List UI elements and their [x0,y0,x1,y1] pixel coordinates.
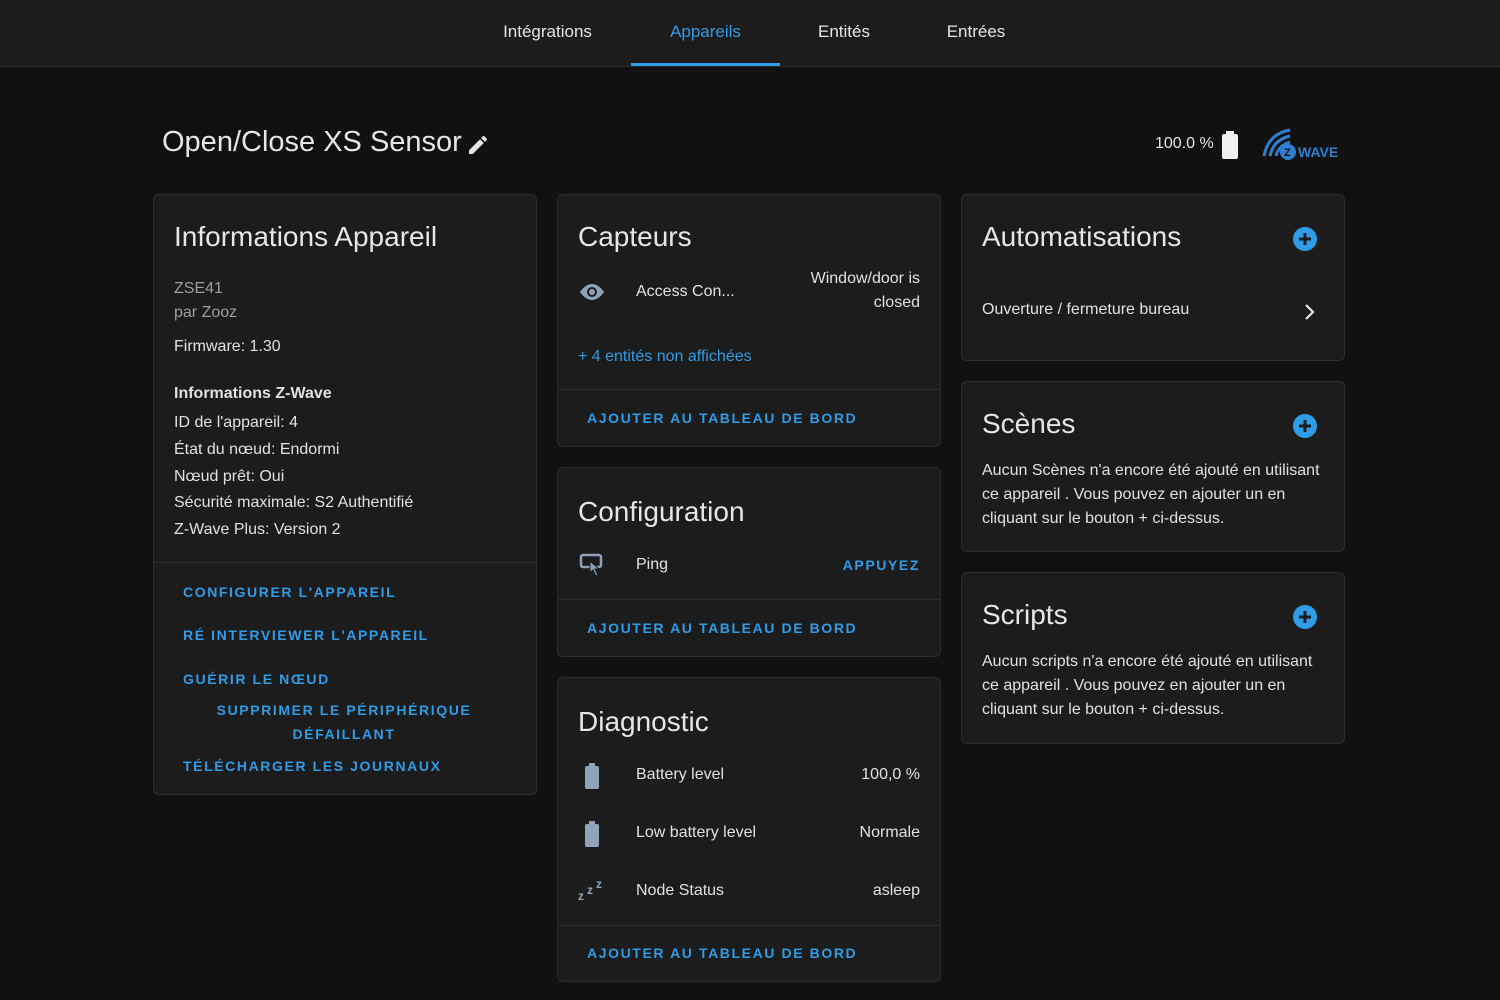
zwave-security: Sécurité maximale: S2 Authentifié [174,494,414,511]
configure-device-button[interactable]: CONFIGURER L'APPAREIL [183,584,396,600]
zwave-node-ready: Nœud prêt: Oui [174,468,285,485]
battery-icon [585,821,599,847]
card-title: Diagnostic [578,706,709,737]
tab-integrations[interactable]: Intégrations [480,0,615,66]
hidden-entities-link[interactable]: + 4 entités non affichées [578,348,752,366]
automation-item[interactable]: Ouverture / fermeture bureau [962,291,1344,331]
card-title: Configuration [578,496,745,527]
zwave-logo-text: WAVE [1298,144,1338,160]
sleep-zzz-icon: z z z [578,878,602,902]
svg-text:z: z [587,883,593,897]
svg-text:z: z [578,889,584,902]
plus-circle-icon[interactable] [1292,413,1318,439]
sensor-state-line2: closed [873,294,920,311]
tab-entities[interactable]: Entités [795,0,893,66]
diagnostic-row-value: 100,0 % [861,766,920,783]
configuration-card: Configuration Ping APPUYEZ AJOUTER AU TA… [557,467,941,657]
divider [558,389,940,390]
scenes-card: Scènes Aucun Scènes n'a encore été ajout… [961,381,1345,552]
device-model: ZSE41 [174,280,223,297]
remove-failed-device-button[interactable]: SUPPRIMER LE PÉRIPHÉRIQUE DÉFAILLANT [194,702,494,742]
scenes-empty-description: Aucun Scènes n'a encore été ajouté en ut… [982,462,1320,527]
eye-icon [580,284,604,300]
card-title: Scripts [982,599,1068,630]
plus-circle-icon[interactable] [1292,604,1318,630]
sensor-entity-name[interactable]: Access Con... [636,283,735,301]
diagnostic-row-name[interactable]: Node Status [636,882,724,900]
download-logs-button[interactable]: TÉLÉCHARGER LES JOURNAUX [183,758,442,774]
zwave-plus-version: Z-Wave Plus: Version 2 [174,521,341,538]
add-to-dashboard-button[interactable]: AJOUTER AU TABLEAU DE BORD [587,945,857,961]
battery-icon [1222,131,1238,159]
add-to-dashboard-button[interactable]: AJOUTER AU TABLEAU DE BORD [587,620,857,636]
tab-devices[interactable]: Appareils [631,0,780,66]
diagnostic-card: Diagnostic Battery level 100,0 % Low bat… [557,677,941,982]
divider [558,599,940,600]
diagnostic-row-name[interactable]: Low battery level [636,824,756,842]
zwave-node-state: État du nœud: Endormi [174,441,340,458]
heal-node-button[interactable]: GUÉRIR LE NŒUD [183,671,330,687]
remove-failed-line2: DÉFAILLANT [292,726,396,742]
sensor-state-line1: Window/door is [810,270,920,287]
pencil-icon[interactable] [466,133,490,157]
automations-card: Automatisations Ouverture / fermeture bu… [961,194,1345,361]
chevron-right-icon [1305,304,1315,320]
remove-failed-line1: SUPPRIMER LE PÉRIPHÉRIQUE [216,702,472,718]
device-firmware: Firmware: 1.30 [174,338,281,355]
reinterview-device-button[interactable]: RÉ INTERVIEWER L'APPAREIL [183,627,429,643]
ping-entity-name: Ping [636,556,669,573]
zwave-info-heading: Informations Z-Wave [174,385,332,402]
tab-inputs[interactable]: Entrées [925,0,1027,66]
page-title: Open/Close XS Sensor [162,126,462,158]
zwave-device-id: ID de l'appareil: 4 [174,414,299,431]
top-navigation: Intégrations Appareils Entités Entrées [0,0,1500,67]
touch-button-icon [579,553,603,577]
scripts-empty-description: Aucun scripts n'a encore été ajouté en u… [982,653,1313,718]
diagnostic-row-value: Normale [859,824,920,841]
zwave-logo-letter: Z [1284,147,1291,159]
diagnostic-row-name[interactable]: Battery level [636,766,724,784]
device-info-card: Informations Appareil ZSE41 par Zooz Fir… [153,194,537,795]
card-title: Capteurs [578,221,692,252]
battery-icon [585,763,599,789]
add-to-dashboard-button[interactable]: AJOUTER AU TABLEAU DE BORD [587,410,857,426]
svg-text:z: z [596,878,602,891]
sensors-card: Capteurs Access Con... Window/door is cl… [557,194,941,447]
battery-percentage: 100.0 % [1155,135,1214,152]
zwave-logo-icon: Z WAVE [1262,128,1338,160]
active-tab-indicator [631,63,780,66]
press-button[interactable]: APPUYEZ [843,557,920,573]
divider [154,562,536,563]
diagnostic-row-value: asleep [872,882,920,899]
card-title: Informations Appareil [174,221,438,252]
card-title: Scènes [982,408,1076,439]
divider [558,925,940,926]
device-manufacturer: par Zooz [174,304,238,321]
card-title: Automatisations [982,221,1182,252]
automation-item-label: Ouverture / fermeture bureau [982,301,1190,318]
plus-circle-icon[interactable] [1292,226,1318,252]
scripts-card: Scripts Aucun scripts n'a encore été ajo… [961,572,1345,744]
